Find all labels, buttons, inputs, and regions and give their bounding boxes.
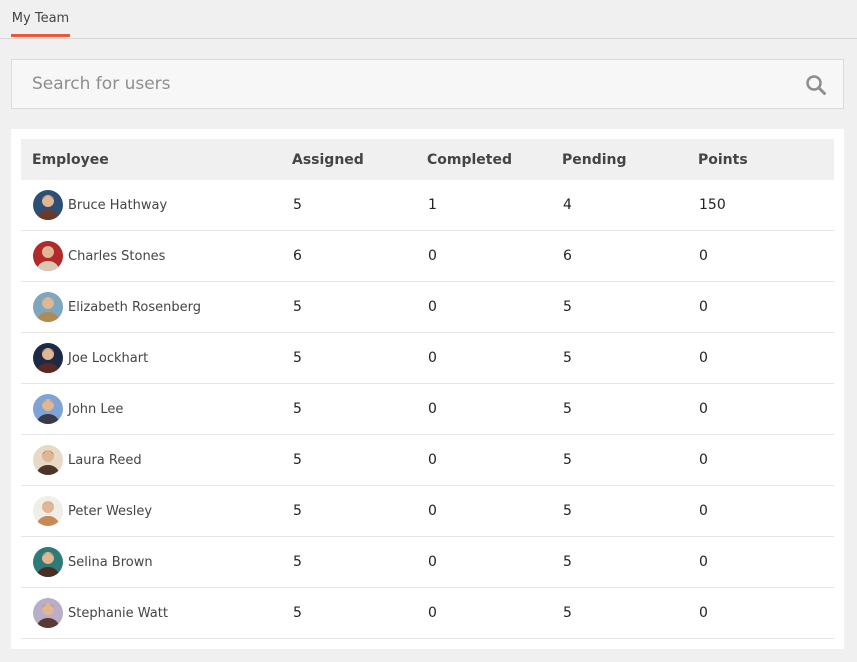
cell-completed: 0 — [427, 485, 562, 537]
cell-assigned: 5 — [292, 281, 427, 333]
cell-points: 0 — [698, 332, 834, 384]
cell-pending: 5 — [562, 485, 698, 537]
employee: Elizabeth Rosenberg — [33, 292, 292, 322]
tab-bar: My Team — [0, 0, 857, 39]
cell-assigned: 5 — [292, 180, 427, 231]
cell-points: 0 — [698, 383, 834, 435]
cell-completed: 0 — [427, 383, 562, 435]
cell-pending: 5 — [562, 587, 698, 639]
column-header-pending: Pending — [562, 151, 627, 168]
cell-points: 0 — [698, 587, 834, 639]
employee-name[interactable]: Bruce Hathway — [68, 198, 167, 213]
cell-pending: 5 — [562, 434, 698, 486]
employee-name[interactable]: Selina Brown — [68, 555, 153, 570]
cell-employee: Laura Reed — [21, 434, 292, 486]
cell-employee: Charles Stones — [21, 230, 292, 282]
employee-name[interactable]: Laura Reed — [68, 453, 142, 468]
team-table-panel: Employee Assigned Completed Pending Poin… — [11, 129, 844, 649]
team-table: Employee Assigned Completed Pending Poin… — [21, 139, 834, 639]
table-row[interactable]: John Lee 5 0 5 0 — [21, 383, 834, 435]
column-header-completed: Completed — [427, 151, 513, 168]
table-row[interactable]: Stephanie Watt 5 0 5 0 — [21, 587, 834, 639]
column-header-points: Points — [698, 151, 748, 168]
tab-my-team[interactable]: My Team — [11, 0, 70, 37]
table-row[interactable]: Charles Stones 6 0 6 0 — [21, 230, 834, 282]
cell-assigned: 5 — [292, 485, 427, 537]
cell-employee: John Lee — [21, 383, 292, 435]
search-input[interactable] — [12, 60, 782, 108]
cell-pending: 5 — [562, 281, 698, 333]
cell-completed: 0 — [427, 536, 562, 588]
employee: Selina Brown — [33, 547, 292, 577]
cell-pending: 5 — [562, 536, 698, 588]
employee: Bruce Hathway — [33, 190, 292, 220]
cell-points: 0 — [698, 281, 834, 333]
table-row[interactable]: Bruce Hathway 5 1 4 150 — [21, 180, 834, 231]
avatar — [33, 343, 63, 373]
cell-pending: 4 — [562, 180, 698, 231]
employee-name[interactable]: John Lee — [68, 402, 123, 417]
cell-pending: 6 — [562, 230, 698, 282]
cell-completed: 0 — [427, 230, 562, 282]
employee-name[interactable]: Peter Wesley — [68, 504, 152, 519]
cell-completed: 0 — [427, 281, 562, 333]
employee-name[interactable]: Charles Stones — [68, 249, 165, 264]
cell-assigned: 5 — [292, 332, 427, 384]
employee: Joe Lockhart — [33, 343, 292, 373]
table-row[interactable]: Joe Lockhart 5 0 5 0 — [21, 332, 834, 384]
cell-pending: 5 — [562, 332, 698, 384]
search-bar — [11, 59, 844, 109]
employee-name[interactable]: Elizabeth Rosenberg — [68, 300, 201, 315]
cell-assigned: 5 — [292, 434, 427, 486]
cell-points: 0 — [698, 230, 834, 282]
cell-employee: Bruce Hathway — [21, 180, 292, 231]
cell-points: 0 — [698, 485, 834, 537]
search-icon[interactable] — [805, 74, 827, 96]
cell-pending: 5 — [562, 383, 698, 435]
employee: John Lee — [33, 394, 292, 424]
table-row[interactable]: Laura Reed 5 0 5 0 — [21, 434, 834, 486]
table-row[interactable]: Selina Brown 5 0 5 0 — [21, 536, 834, 588]
column-header-employee: Employee — [32, 151, 109, 168]
cell-points: 0 — [698, 434, 834, 486]
employee-name[interactable]: Joe Lockhart — [68, 351, 148, 366]
cell-employee: Joe Lockhart — [21, 332, 292, 384]
cell-points: 150 — [698, 180, 834, 231]
avatar — [33, 496, 63, 526]
cell-assigned: 5 — [292, 383, 427, 435]
table-header-row: Employee Assigned Completed Pending Poin… — [21, 139, 834, 180]
column-header-assigned: Assigned — [292, 151, 364, 168]
cell-employee: Stephanie Watt — [21, 587, 292, 639]
employee: Stephanie Watt — [33, 598, 292, 628]
avatar — [33, 190, 63, 220]
avatar — [33, 241, 63, 271]
cell-completed: 0 — [427, 587, 562, 639]
employee: Peter Wesley — [33, 496, 292, 526]
cell-assigned: 6 — [292, 230, 427, 282]
cell-employee: Peter Wesley — [21, 485, 292, 537]
cell-employee: Elizabeth Rosenberg — [21, 281, 292, 333]
cell-points: 0 — [698, 536, 834, 588]
employee: Laura Reed — [33, 445, 292, 475]
cell-assigned: 5 — [292, 536, 427, 588]
avatar — [33, 292, 63, 322]
cell-completed: 0 — [427, 332, 562, 384]
avatar — [33, 598, 63, 628]
avatar — [33, 547, 63, 577]
cell-employee: Selina Brown — [21, 536, 292, 588]
cell-assigned: 5 — [292, 587, 427, 639]
table-row[interactable]: Elizabeth Rosenberg 5 0 5 0 — [21, 281, 834, 333]
employee: Charles Stones — [33, 241, 292, 271]
table-row[interactable]: Peter Wesley 5 0 5 0 — [21, 485, 834, 537]
avatar — [33, 394, 63, 424]
cell-completed: 0 — [427, 434, 562, 486]
cell-completed: 1 — [427, 180, 562, 231]
employee-name[interactable]: Stephanie Watt — [68, 606, 168, 621]
avatar — [33, 445, 63, 475]
